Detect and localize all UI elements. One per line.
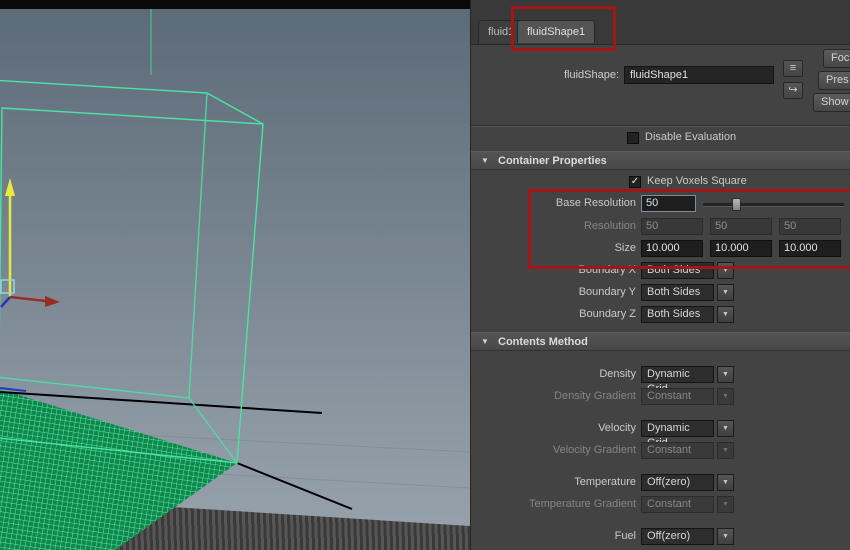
tab-fluidshape1[interactable]: fluidShape1 — [517, 20, 595, 43]
load-attributes-icon[interactable]: ≡ — [783, 60, 803, 77]
x-axis-handle[interactable] — [10, 297, 46, 301]
chevron-down-icon: ▼ — [481, 337, 489, 346]
resolution-x-input: 50 — [641, 218, 703, 235]
boundary-z-dropdown[interactable]: Both Sides — [641, 306, 714, 323]
fuel-row: Fuel Off(zero) ▼ — [471, 528, 850, 546]
chevron-down-icon[interactable]: ▼ — [717, 262, 734, 279]
temperature-dropdown[interactable]: Off(zero) — [641, 474, 714, 491]
temperature-gradient-dropdown: Constant — [641, 496, 714, 513]
chevron-down-icon[interactable]: ▼ — [717, 474, 734, 491]
resolution-label: Resolution — [471, 220, 636, 232]
chevron-down-icon[interactable]: ▼ — [717, 284, 734, 301]
density-gradient-row: Density Gradient Constant ▼ — [471, 388, 850, 406]
chevron-down-icon[interactable]: ▼ — [717, 420, 734, 437]
base-resolution-input[interactable]: 50 — [641, 195, 696, 212]
velocity-gradient-dropdown: Constant — [641, 442, 714, 459]
size-y-input[interactable]: 10.000 — [710, 240, 772, 257]
selection-box — [1, 280, 14, 293]
chevron-down-icon[interactable]: ▼ — [717, 528, 734, 545]
disable-evaluation-label: Disable Evaluation — [645, 131, 736, 143]
fuel-dropdown[interactable]: Off(zero) — [641, 528, 714, 545]
fluid-base-voxel-grid[interactable] — [0, 386, 237, 550]
chevron-down-icon[interactable]: ▼ — [717, 366, 734, 383]
section-container-properties[interactable]: ▼ Container Properties — [471, 151, 850, 170]
viewport-3d[interactable] — [0, 0, 470, 550]
density-gradient-label: Density Gradient — [471, 390, 636, 402]
keep-voxels-square-row: ✓ Keep Voxels Square — [471, 174, 850, 192]
resolution-row: Resolution 50 50 50 — [471, 218, 850, 236]
size-label: Size — [471, 242, 636, 254]
temperature-gradient-label: Temperature Gradient — [471, 498, 636, 510]
fluidshape-name-input[interactable]: fluidShape1 — [624, 66, 774, 84]
move-manipulator[interactable] — [1, 178, 60, 307]
density-gradient-dropdown: Constant — [641, 388, 714, 405]
focus-button[interactable]: Foc — [823, 49, 850, 68]
chevron-down-icon: ▼ — [717, 442, 734, 459]
attribute-editor: fluid1 fluidShape1 fluidShape: fluidShap… — [470, 0, 850, 550]
x-axis-arrowhead-icon[interactable] — [45, 296, 60, 307]
presets-button[interactable]: Pres — [818, 71, 850, 90]
y-axis-arrowhead-icon[interactable] — [5, 178, 15, 196]
copy-tab-icon[interactable]: ↪ — [783, 82, 803, 99]
velocity-label: Velocity — [471, 422, 636, 434]
disable-evaluation-checkbox[interactable] — [627, 132, 639, 144]
boundary-y-dropdown[interactable]: Both Sides — [641, 284, 714, 301]
velocity-gradient-row: Velocity Gradient Constant ▼ — [471, 442, 850, 460]
boundary-x-label: Boundary X — [471, 264, 636, 276]
velocity-gradient-label: Velocity Gradient — [471, 444, 636, 456]
boundary-z-label: Boundary Z — [471, 308, 636, 320]
size-z-input[interactable]: 10.000 — [779, 240, 841, 257]
keep-voxels-square-checkbox[interactable]: ✓ — [629, 176, 641, 188]
viewport-top-bar — [0, 0, 470, 9]
fuel-label: Fuel — [471, 530, 636, 542]
maya-window: fluid1 fluidShape1 fluidShape: fluidShap… — [0, 0, 850, 550]
density-row: Density Dynamic Grid ▼ — [471, 366, 850, 384]
temperature-label: Temperature — [471, 476, 636, 488]
boundary-y-label: Boundary Y — [471, 286, 636, 298]
section-contents-method[interactable]: ▼ Contents Method — [471, 332, 850, 351]
resolution-z-input: 50 — [779, 218, 841, 235]
base-resolution-slider[interactable] — [703, 203, 844, 207]
section-title: Container Properties — [498, 152, 607, 170]
boundary-y-row: Boundary Y Both Sides ▼ — [471, 284, 850, 302]
base-resolution-row: Base Resolution 50 — [471, 195, 850, 213]
boundary-x-row: Boundary X Both Sides ▼ — [471, 262, 850, 280]
separator — [471, 125, 850, 127]
boundary-x-dropdown[interactable]: Both Sides — [641, 262, 714, 279]
chevron-down-icon: ▼ — [481, 156, 489, 165]
z-axis-handle[interactable] — [1, 297, 10, 307]
section-title: Contents Method — [498, 333, 588, 351]
keep-voxels-square-label: Keep Voxels Square — [647, 175, 747, 187]
boundary-z-row: Boundary Z Both Sides ▼ — [471, 306, 850, 324]
chevron-down-icon: ▼ — [717, 496, 734, 513]
size-x-input[interactable]: 10.000 — [641, 240, 703, 257]
viewport-overlay — [0, 0, 470, 550]
density-label: Density — [471, 368, 636, 380]
velocity-row: Velocity Dynamic Grid ▼ — [471, 420, 850, 438]
velocity-dropdown[interactable]: Dynamic Grid — [641, 420, 714, 437]
temperature-gradient-row: Temperature Gradient Constant ▼ — [471, 496, 850, 514]
density-dropdown[interactable]: Dynamic Grid — [641, 366, 714, 383]
chevron-down-icon: ▼ — [717, 388, 734, 405]
base-resolution-label: Base Resolution — [471, 197, 636, 209]
disable-evaluation-row: Disable Evaluation — [471, 130, 850, 148]
fluidshape-label: fluidShape: — [471, 69, 619, 81]
size-row: Size 10.000 10.000 10.000 — [471, 240, 850, 258]
temperature-row: Temperature Off(zero) ▼ — [471, 474, 850, 492]
show-button[interactable]: Show — [813, 93, 850, 112]
chevron-down-icon[interactable]: ▼ — [717, 306, 734, 323]
slider-handle[interactable] — [732, 198, 741, 211]
resolution-y-input: 50 — [710, 218, 772, 235]
